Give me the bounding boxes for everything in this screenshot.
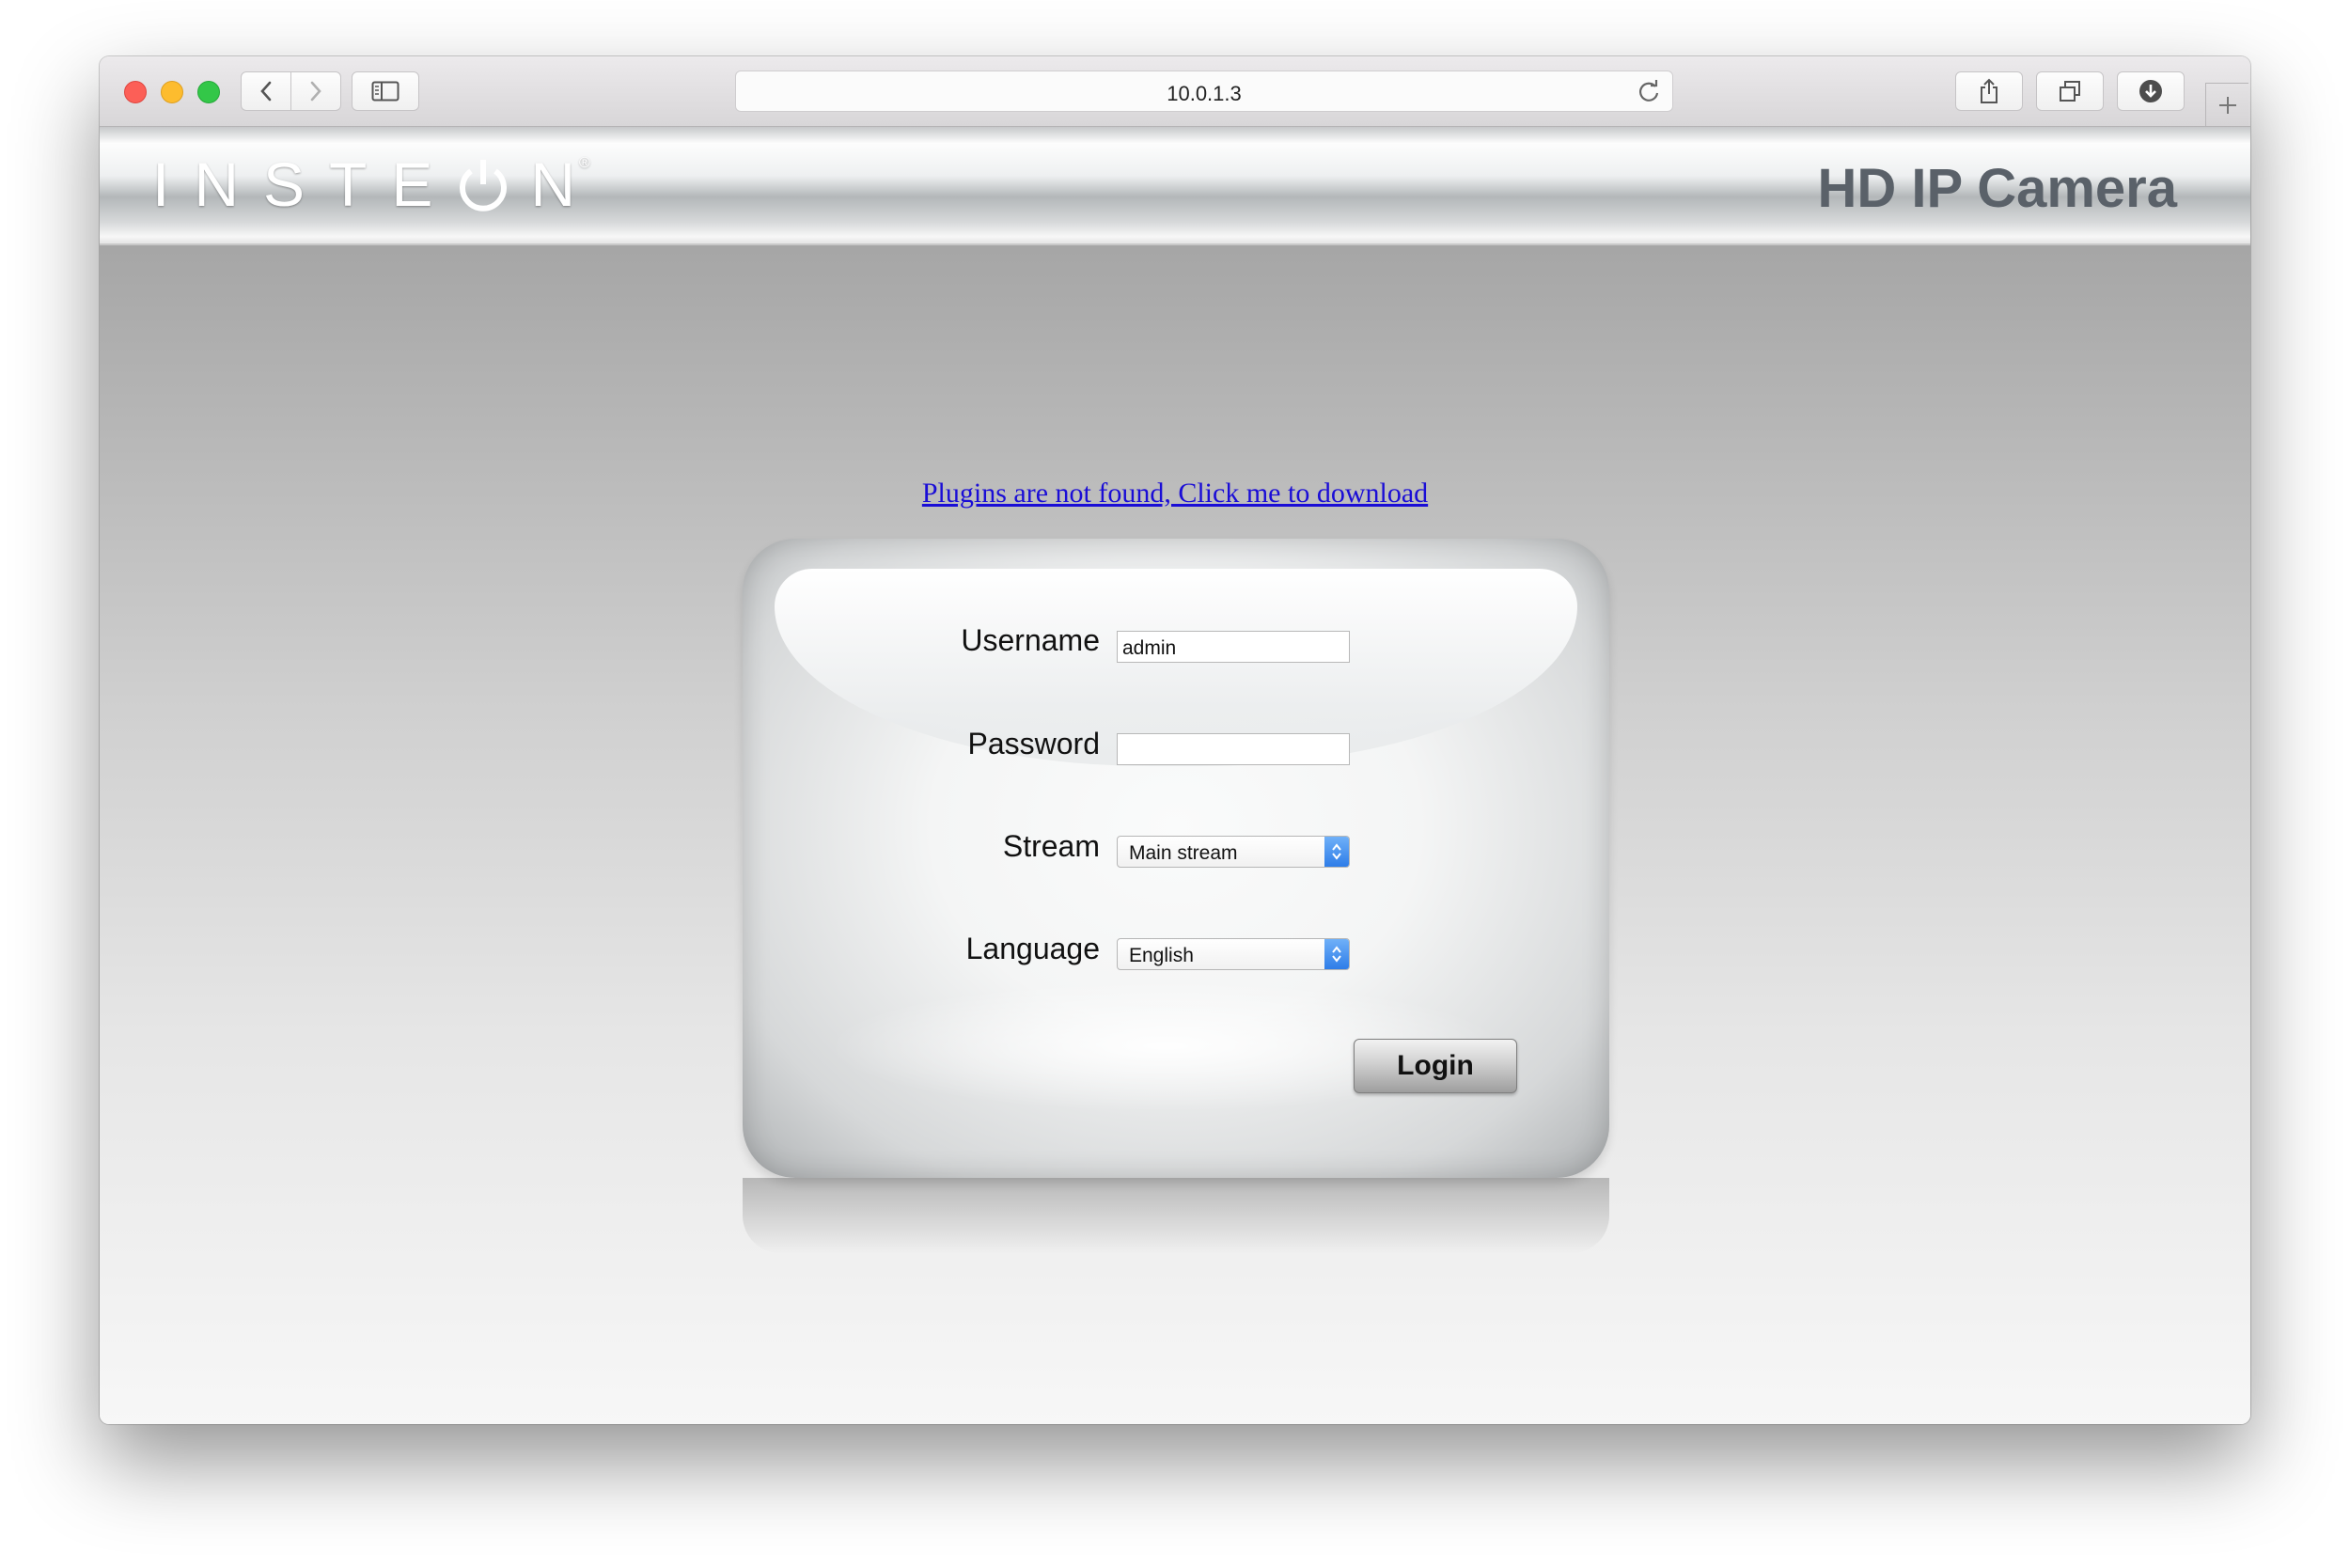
new-tab-button[interactable] bbox=[2205, 83, 2248, 126]
username-label: Username bbox=[961, 623, 1100, 657]
url-text: 10.0.1.3 bbox=[1167, 82, 1242, 105]
insteon-logo: INSTE N ® bbox=[152, 149, 601, 219]
page-content: INSTE N ® HD IP Camera Plugins are not fou… bbox=[100, 127, 2250, 1424]
maximize-window-button[interactable] bbox=[197, 81, 220, 103]
language-selected-value: English bbox=[1129, 945, 1194, 966]
power-icon bbox=[457, 156, 509, 212]
back-button[interactable] bbox=[241, 71, 291, 111]
share-button[interactable] bbox=[1955, 71, 2023, 111]
forward-button[interactable] bbox=[290, 71, 341, 111]
reload-icon bbox=[1638, 80, 1659, 102]
downloads-button[interactable] bbox=[2117, 71, 2185, 111]
download-icon bbox=[2139, 80, 2162, 102]
browser-toolbar: 10.0.1.3 bbox=[100, 56, 2250, 127]
plugin-download-link[interactable]: Plugins are not found, Click me to downl… bbox=[100, 478, 2250, 510]
tabs-overview-button[interactable] bbox=[2036, 71, 2104, 111]
sidebar-button[interactable] bbox=[352, 71, 419, 111]
plus-icon bbox=[2218, 96, 2236, 114]
password-label: Password bbox=[967, 727, 1101, 760]
address-bar[interactable]: 10.0.1.3 bbox=[735, 71, 1673, 112]
select-arrows-icon bbox=[1324, 837, 1349, 867]
sidebar-icon bbox=[371, 81, 400, 102]
stream-selected-value: Main stream bbox=[1129, 842, 1238, 864]
login-button[interactable]: Login bbox=[1354, 1039, 1517, 1093]
reload-button[interactable] bbox=[1637, 79, 1661, 108]
stream-label: Stream bbox=[1002, 829, 1100, 863]
stream-select[interactable]: Main stream bbox=[1117, 836, 1350, 868]
username-input[interactable]: admin bbox=[1117, 631, 1350, 663]
product-title: HD IP Camera bbox=[1817, 158, 2177, 219]
language-label: Language bbox=[965, 932, 1100, 965]
page-header: INSTE N ® HD IP Camera bbox=[100, 127, 2250, 245]
password-input[interactable] bbox=[1117, 733, 1350, 765]
share-icon bbox=[1981, 78, 1998, 103]
chevron-right-icon bbox=[310, 81, 321, 102]
panel-reflection bbox=[743, 1178, 1609, 1253]
language-select[interactable]: English bbox=[1117, 938, 1350, 970]
browser-window: 10.0.1.3 INSTE N ® HD IP Camera Plugins ar… bbox=[100, 56, 2250, 1424]
login-panel: Username admin Password Stream Main stre… bbox=[743, 539, 1609, 1178]
chevron-left-icon bbox=[260, 81, 272, 102]
minimize-window-button[interactable] bbox=[161, 81, 183, 103]
tabs-icon bbox=[2060, 81, 2080, 102]
close-window-button[interactable] bbox=[124, 81, 147, 103]
select-arrows-icon bbox=[1324, 939, 1349, 969]
